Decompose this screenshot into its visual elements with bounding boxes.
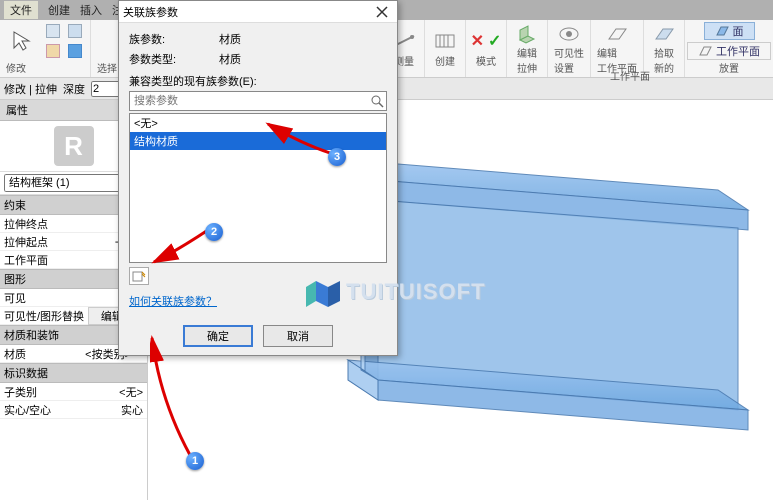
list-item-none[interactable]: <无>	[130, 114, 386, 132]
add-parameter-button[interactable]	[129, 267, 149, 285]
prop-value[interactable]: 实心	[68, 402, 147, 418]
place-label: 放置	[719, 60, 739, 75]
prop-row-subcat[interactable]: 子类别 <无>	[0, 383, 147, 401]
annotation-badge-1: 1	[186, 452, 204, 470]
prop-label: 拉伸起点	[0, 234, 68, 250]
prop-label: 拉伸终点	[0, 216, 68, 232]
prop-label: 材质	[0, 346, 68, 362]
mode-finish-icon[interactable]: ✓	[488, 31, 501, 51]
visibility-icon	[555, 22, 583, 45]
menu-create[interactable]: 创建	[48, 2, 70, 18]
prop-group-iddata[interactable]: 标识数据	[0, 363, 147, 383]
ribbon-small-icon-2[interactable]	[44, 42, 62, 60]
face-label: 面	[733, 23, 744, 39]
prop-label: 实心/空心	[0, 402, 68, 418]
prop-value[interactable]: <无>	[68, 384, 147, 400]
parameter-listbox[interactable]: <无> 结构材质	[129, 113, 387, 263]
prop-group-iddata-label: 标识数据	[4, 365, 48, 381]
search-icon[interactable]	[370, 94, 384, 111]
ribbon-small-icon-3[interactable]	[66, 22, 84, 40]
compat-label: 兼容类型的现有族参数(E):	[129, 73, 387, 89]
workplane-button[interactable]: 工作平面	[687, 42, 771, 60]
dialog-titlebar[interactable]: 关联族参数	[119, 1, 397, 23]
dialog-title: 关联族参数	[123, 4, 178, 20]
modify-tool-icon[interactable]	[6, 24, 40, 58]
prop-group-graphics-label: 图形	[4, 271, 26, 287]
face-button[interactable]: 面	[704, 22, 755, 40]
edit-extrude-icon	[513, 22, 541, 45]
list-item-structural-material[interactable]: 结构材质	[130, 132, 386, 150]
param-type-label: 参数类型:	[129, 51, 219, 67]
optbar-depth-label: 深度	[63, 81, 85, 97]
revit-logo-icon: R	[54, 126, 94, 166]
create-label: 创建	[435, 53, 455, 68]
pick-new-label: 拾取 新的	[654, 45, 674, 75]
close-icon[interactable]	[371, 3, 393, 21]
prop-label: 可见	[0, 290, 68, 306]
watermark-logo-icon	[300, 273, 344, 311]
ribbon-face-panel: 面 工作平面 放置	[684, 20, 773, 77]
prop-group-constraint-label: 约束	[4, 197, 26, 213]
ribbon-edit-extrude[interactable]: 编辑 拉伸	[506, 20, 547, 77]
ribbon-small-icon-4[interactable]	[66, 42, 84, 60]
workplane-group-label: 工作平面	[610, 68, 650, 83]
prop-label: 子类别	[0, 384, 68, 400]
modify-label: 修改	[6, 60, 26, 75]
ribbon-mode: ✕ ✓ 模式	[465, 20, 506, 77]
watermark-text: TUITUISOFT	[346, 279, 486, 305]
prop-row-solidvoid[interactable]: 实心/空心 实心	[0, 401, 147, 419]
cancel-button[interactable]: 取消	[263, 325, 333, 347]
edit-wp-icon	[603, 22, 631, 45]
pick-new-icon	[650, 22, 678, 45]
mode-cancel-icon[interactable]: ✕	[471, 31, 484, 51]
param-type-value: 材质	[219, 51, 241, 67]
ok-button[interactable]: 确定	[183, 325, 253, 347]
prop-label: 工作平面	[0, 252, 68, 268]
watermark: TUITUISOFT	[300, 273, 486, 311]
menu-file[interactable]: 文件	[4, 1, 38, 19]
param-value: 材质	[219, 31, 241, 47]
menu-insert[interactable]: 插入	[80, 2, 102, 18]
ribbon-create[interactable]: 创建	[424, 20, 465, 77]
help-link[interactable]: 如何关联族参数？	[129, 293, 217, 309]
prop-group-matdec-label: 材质和装饰	[4, 327, 59, 343]
visibility-label: 可见性 设置	[554, 45, 584, 75]
annotation-badge-3: 3	[328, 148, 346, 166]
optbar-depth-input[interactable]	[91, 81, 121, 97]
prop-label: 可见性/图形替换	[0, 308, 88, 324]
annotation-badge-2: 2	[205, 223, 223, 241]
ribbon-visibility[interactable]: 可见性 设置	[547, 20, 590, 77]
mode-label: 模式	[476, 53, 496, 68]
ribbon-small-icon-1[interactable]	[44, 22, 62, 40]
optbar-context: 修改 | 拉伸	[4, 81, 57, 97]
workplane-option-label: 工作平面	[716, 43, 760, 59]
ribbon-group-select: 修改	[0, 20, 91, 77]
param-label: 族参数:	[129, 31, 219, 47]
edit-extrude-label: 编辑 拉伸	[517, 45, 537, 75]
search-input[interactable]	[129, 91, 387, 111]
create-icon	[431, 29, 459, 53]
